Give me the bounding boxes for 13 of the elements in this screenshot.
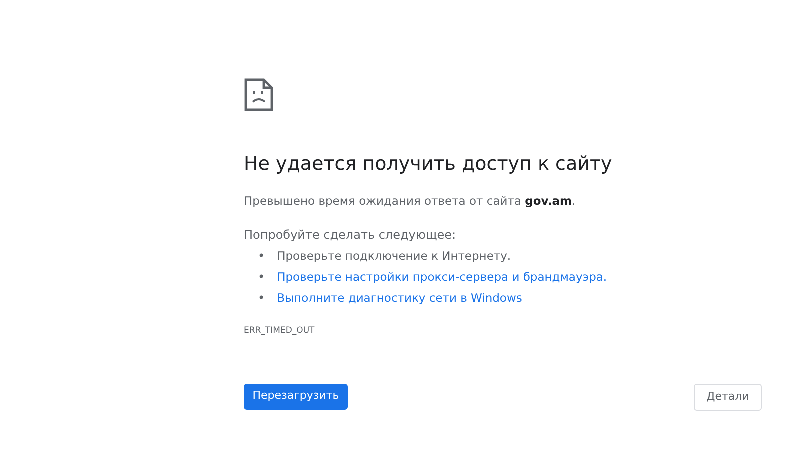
error-code: ERR_TIMED_OUT — [244, 324, 316, 338]
suggestion-text: Проверьте подключение к Интернету. — [277, 248, 512, 265]
bullet: • — [258, 248, 266, 265]
suggestion-link[interactable]: Выполните диагностику сети в Windows — [277, 288, 522, 309]
bullet: • — [258, 290, 266, 307]
error-heading: Не удается получить доступ к сайту — [244, 152, 614, 177]
sad-page-icon — [244, 78, 274, 112]
suggestions-title: Попробуйте сделать следующее: — [244, 226, 458, 244]
suggestion-link[interactable]: Проверьте настройки прокси-сервера и брандмауэра. — [277, 266, 608, 288]
reload-button[interactable]: Перезагрузить — [244, 384, 348, 410]
details-button[interactable]: Детали — [694, 384, 762, 411]
error-summary: Превышено время ожидания ответа от сайта gov.am. — [244, 192, 577, 210]
bullet: • — [258, 268, 266, 286]
